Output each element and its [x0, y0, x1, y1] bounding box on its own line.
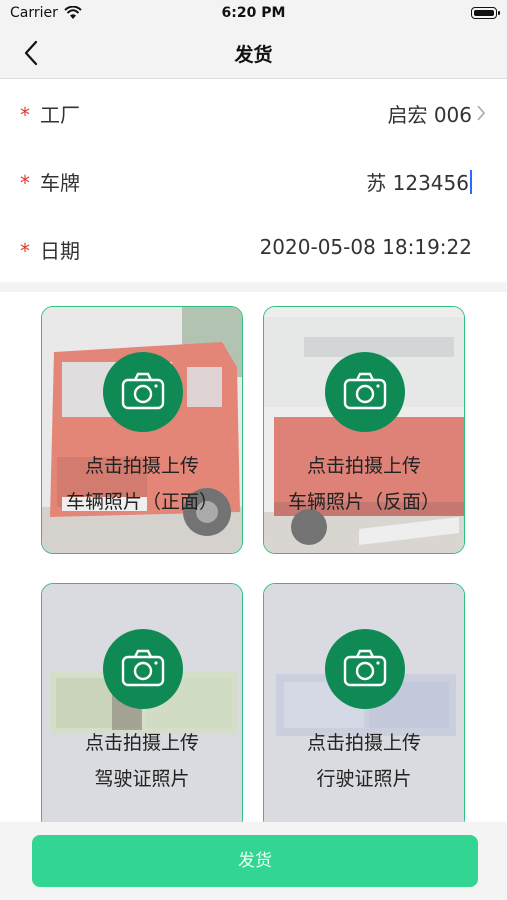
factory-label: 工厂 [40, 103, 80, 127]
plate-row[interactable]: * 车牌 苏 123456 [0, 147, 507, 215]
upload-prompt: 点击拍摄上传 [84, 732, 199, 754]
shipment-form: * 工厂 启宏 006 * 车牌 苏 123456 * 日期 2020-05-0… [0, 79, 507, 283]
nav-bar: 发货 [0, 28, 507, 79]
battery-icon [471, 7, 500, 19]
camera-button[interactable] [325, 629, 405, 709]
upload-card-vehicle-back[interactable]: 点击拍摄上传 车辆照片（反面） [263, 306, 465, 554]
camera-icon [121, 649, 165, 687]
required-mark: * [20, 239, 30, 263]
required-mark: * [20, 103, 30, 127]
upload-card-vehicle-front[interactable]: 点击拍摄上传 车辆照片（正面） [41, 306, 243, 554]
status-time: 6:20 PM [221, 5, 286, 21]
chevron-right-icon [477, 105, 486, 121]
upload-title: 车辆照片（反面） [287, 491, 440, 513]
camera-button[interactable] [103, 629, 183, 709]
ship-button[interactable]: 发货 [32, 835, 478, 887]
upload-prompt: 点击拍摄上传 [306, 455, 421, 477]
status-bar: Carrier 6:20 PM [0, 0, 507, 28]
camera-icon [343, 649, 387, 687]
camera-button[interactable] [325, 352, 405, 432]
camera-button[interactable] [103, 352, 183, 432]
upload-prompt: 点击拍摄上传 [84, 455, 199, 477]
camera-icon [343, 372, 387, 410]
page-title: 发货 [234, 44, 273, 66]
plate-label: 车牌 [40, 171, 80, 195]
camera-icon [121, 372, 165, 410]
plate-input[interactable]: 苏 123456 [366, 167, 472, 196]
upload-title: 行驶证照片 [316, 768, 412, 790]
plate-value: 苏 123456 [366, 171, 469, 195]
text-cursor [470, 170, 472, 194]
date-label: 日期 [40, 239, 80, 263]
upload-card-driver-license[interactable]: 点击拍摄上传 驾驶证照片 [41, 583, 243, 831]
date-value[interactable]: 2020-05-08 18:19:22 [260, 235, 472, 259]
required-mark: * [20, 171, 30, 195]
bottom-bar: 发货 [0, 822, 507, 900]
date-row[interactable]: * 日期 2020-05-08 18:19:22 [0, 215, 507, 283]
upload-title: 车辆照片（正面） [65, 491, 218, 513]
upload-prompt: 点击拍摄上传 [306, 732, 421, 754]
upload-card-vehicle-license[interactable]: 点击拍摄上传 行驶证照片 [263, 583, 465, 831]
factory-row[interactable]: * 工厂 启宏 006 [0, 79, 507, 147]
section-divider [0, 282, 507, 292]
factory-value[interactable]: 启宏 006 [387, 99, 472, 128]
upload-title: 驾驶证照片 [94, 768, 190, 790]
